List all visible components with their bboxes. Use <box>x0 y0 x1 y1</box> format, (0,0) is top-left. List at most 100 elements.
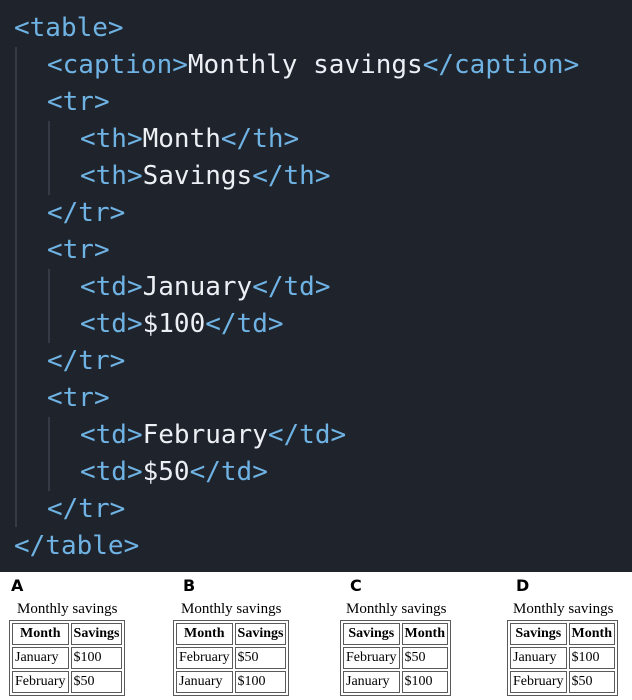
table-caption: Monthly savings <box>513 601 614 617</box>
code-line: <th>Savings</th> <box>80 158 330 195</box>
code-tag: </td> <box>252 272 331 302</box>
table-cell: February <box>176 647 233 669</box>
code-panel: <table> <caption>Monthly savings</captio… <box>0 0 632 572</box>
code-line: </tr> <box>47 491 125 528</box>
code-text: Month <box>142 124 221 154</box>
code-tag: <table> <box>14 13 124 43</box>
indent-guide <box>15 47 17 527</box>
code-tag: <th> <box>80 161 143 191</box>
code-line: </table> <box>14 528 139 565</box>
code-line: <tr> <box>47 84 110 121</box>
table-cell: February <box>12 671 69 693</box>
table-row: February $50 <box>510 671 615 693</box>
table-caption: Monthly savings <box>17 601 118 617</box>
table-cell: $50 <box>70 671 123 693</box>
code-tag: <td> <box>80 309 143 339</box>
table-row: January $100 <box>176 671 287 693</box>
code-line: <td>January</td> <box>80 269 330 306</box>
code-tag: <th> <box>80 124 143 154</box>
option-letter: C <box>350 576 362 595</box>
table-row: January $100 <box>510 647 615 669</box>
code-tag: <tr> <box>47 87 110 117</box>
code-tag: </tr> <box>47 198 126 228</box>
option-letter: D <box>516 576 530 595</box>
table-row: Month Savings <box>176 623 287 645</box>
table-header-cell: Month <box>176 623 233 645</box>
rendered-table: Month Savings February $50 January $100 <box>173 620 290 696</box>
code-line: </tr> <box>47 195 125 232</box>
code-line: <tr> <box>47 380 110 417</box>
code-line: <table> <box>14 10 124 47</box>
code-tag: <td> <box>80 272 143 302</box>
table-cell: $50 <box>401 647 448 669</box>
option-d[interactable]: D Monthly savings Savings Month January … <box>498 576 632 700</box>
table-cell: January <box>12 647 69 669</box>
table-header-cell: Savings <box>343 623 400 645</box>
code-tag: <caption> <box>47 50 188 80</box>
code-tag: </caption> <box>422 50 580 80</box>
code-text: February <box>142 420 268 450</box>
option-a[interactable]: A Monthly savings Month Savings January … <box>0 576 158 700</box>
code-text: Monthly savings <box>187 50 423 80</box>
table-row: January $100 <box>12 647 123 669</box>
code-line: <td>$100</td> <box>80 306 284 343</box>
table-header-cell: Savings <box>510 623 567 645</box>
code-tag: </th> <box>220 124 300 154</box>
code-tag: </table> <box>14 531 140 561</box>
table-cell: February <box>343 647 400 669</box>
code-tag: </td> <box>267 420 347 450</box>
option-letter: B <box>183 576 196 595</box>
table-cell: January <box>510 647 567 669</box>
code-line: <th>Month</th> <box>80 121 299 158</box>
code-line: </tr> <box>47 343 125 380</box>
code-tag: </td> <box>205 309 284 339</box>
code-line: <tr> <box>47 232 110 269</box>
rendered-table: Month Savings January $100 February $50 <box>9 620 126 696</box>
rendered-table: Savings Month January $100 February $50 <box>507 620 618 696</box>
table-row: February $50 <box>176 647 287 669</box>
option-b[interactable]: B Monthly savings Month Savings February… <box>166 576 324 700</box>
code-tag: <tr> <box>47 235 110 265</box>
option-letter: A <box>11 576 24 595</box>
code-tag: <tr> <box>47 383 110 413</box>
table-row: February $50 <box>12 671 123 693</box>
code-tag: </tr> <box>47 346 126 376</box>
indent-guide <box>48 121 50 195</box>
table-cell: February <box>510 671 567 693</box>
indent-guide <box>48 417 50 491</box>
code-text: January <box>142 272 253 302</box>
table-row: January $100 <box>343 671 448 693</box>
table-row: Savings Month <box>510 623 615 645</box>
code-line: <caption>Monthly savings</caption> <box>47 47 579 84</box>
table-caption: Monthly savings <box>181 601 282 617</box>
code-tag: <td> <box>80 420 143 450</box>
code-tag: </tr> <box>47 494 126 524</box>
table-cell: January <box>176 671 233 693</box>
code-text: Savings <box>142 161 253 191</box>
table-header-cell: Month <box>568 623 615 645</box>
table-header-cell: Savings <box>234 623 287 645</box>
table-row: Savings Month <box>343 623 448 645</box>
table-row: Month Savings <box>12 623 123 645</box>
rendered-table: Savings Month February $50 January $100 <box>340 620 451 696</box>
code-text: $100 <box>142 309 206 339</box>
table-caption: Monthly savings <box>346 601 447 617</box>
code-tag: </th> <box>252 161 331 191</box>
table-cell: $50 <box>568 671 615 693</box>
table-cell: $50 <box>234 647 287 669</box>
table-cell: $100 <box>70 647 123 669</box>
option-c[interactable]: C Monthly savings Savings Month February… <box>332 576 490 700</box>
table-row: February $50 <box>343 647 448 669</box>
indent-guide <box>48 269 50 343</box>
code-tag: <td> <box>80 457 143 487</box>
table-cell: $100 <box>401 671 448 693</box>
table-cell: $100 <box>234 671 287 693</box>
code-text: $50 <box>142 457 190 487</box>
table-header-cell: Month <box>12 623 69 645</box>
code-tag: </td> <box>189 457 268 487</box>
code-line: <td>$50</td> <box>80 454 268 491</box>
table-header-cell: Month <box>401 623 448 645</box>
table-cell: January <box>343 671 400 693</box>
code-line: <td>February</td> <box>80 417 346 454</box>
table-header-cell: Savings <box>70 623 123 645</box>
